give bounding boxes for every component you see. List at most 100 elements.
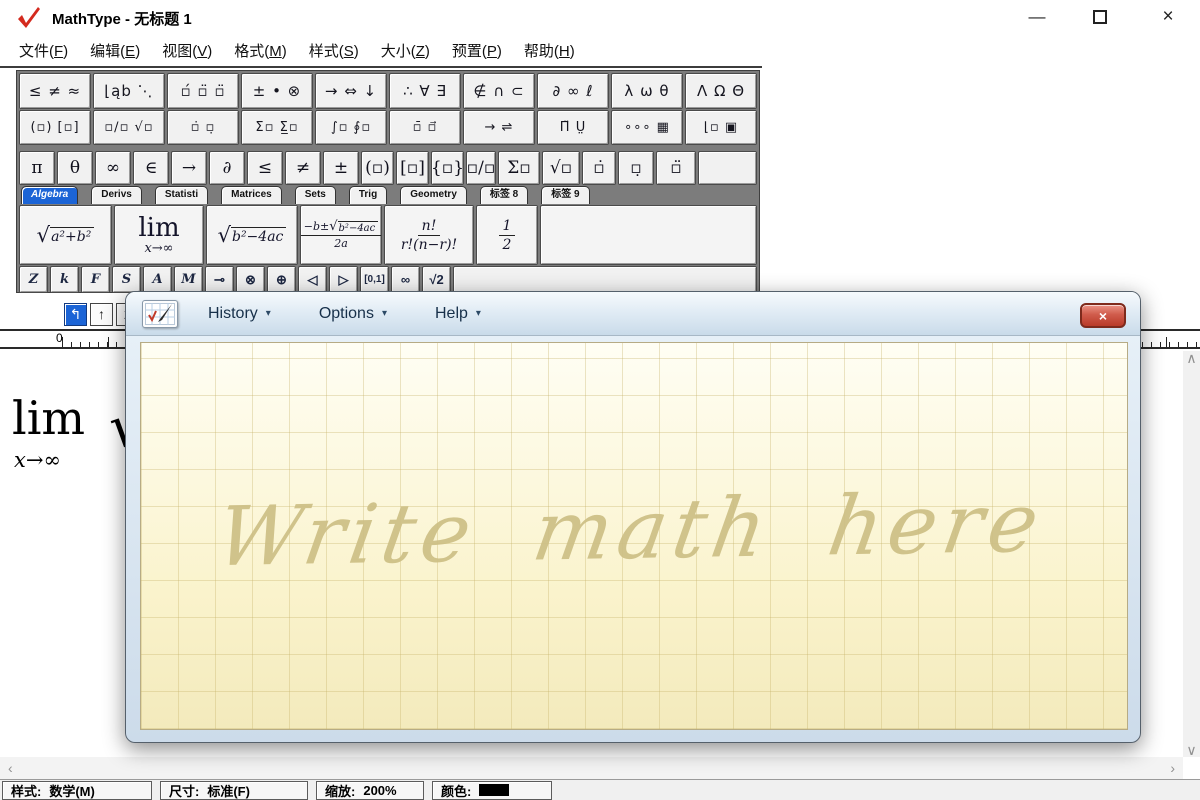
menu-file[interactable]: 文件(F) — [8, 35, 79, 66]
vertical-scrollbar[interactable]: ∧ ∨ — [1183, 351, 1200, 757]
symbol-palette-8[interactable]: ∂ ∞ ℓ — [537, 73, 609, 109]
small-symbol-3[interactable]: ∞ — [95, 151, 131, 185]
bottom-symbol-12[interactable]: [0,1] — [360, 266, 389, 293]
small-symbol-17[interactable]: ▫̣ — [618, 151, 654, 185]
bottom-symbol-10[interactable]: ◁ — [298, 266, 327, 293]
bottom-symbol-13[interactable]: ∞ — [391, 266, 420, 293]
bottom-symbol-1[interactable]: Z — [19, 266, 48, 293]
maximize-button[interactable] — [1077, 0, 1123, 34]
small-symbol-7[interactable]: ≤ — [247, 151, 283, 185]
bottom-symbol-14[interactable]: √2 — [422, 266, 451, 293]
symbol-palette-5[interactable]: → ⇔ ↓ — [315, 73, 387, 109]
bottom-symbol-3[interactable]: F — [81, 266, 110, 293]
tabstop-2[interactable]: ↑ — [90, 303, 113, 326]
handwriting-panel-titlebar[interactable]: History▾ Options▾ Help▾ × — [126, 292, 1140, 336]
small-symbol-2[interactable]: θ — [57, 151, 93, 185]
tab-geometry[interactable]: Geometry — [400, 186, 467, 204]
bottom-symbol-9[interactable]: ⊕ — [267, 266, 296, 293]
small-symbol-9[interactable]: ± — [323, 151, 359, 185]
template-palette-6[interactable]: ▫̄ ▫⃗ — [389, 110, 461, 145]
menu-help[interactable]: 帮助(H) — [513, 35, 586, 66]
menu-edit[interactable]: 编辑(E) — [79, 35, 151, 66]
close-button[interactable]: × — [1145, 0, 1191, 34]
status-color-label: 颜色: — [441, 781, 471, 800]
small-symbol-10[interactable]: (▫) — [361, 151, 394, 185]
bottom-symbol-7[interactable]: ⊸ — [205, 266, 234, 293]
template-palette-9[interactable]: ∘∘∘ ▦ — [611, 110, 683, 145]
minimize-button[interactable]: — — [1014, 0, 1060, 34]
symbol-palette-4[interactable]: ± • ⊗ — [241, 73, 313, 109]
scroll-right-icon[interactable]: › — [1170, 761, 1175, 775]
menu-style[interactable]: 样式(S) — [298, 35, 370, 66]
bottom-symbol-6[interactable]: M — [174, 266, 203, 293]
small-symbol-13[interactable]: ▫∕▫ — [466, 151, 496, 185]
scroll-up-icon[interactable]: ∧ — [1186, 351, 1196, 365]
large-template-limit[interactable]: limx→∞ — [114, 205, 204, 265]
handwriting-input-area[interactable]: Write math here — [140, 342, 1128, 730]
symbol-palette-9[interactable]: λ ω θ — [611, 73, 683, 109]
panel-menu-options[interactable]: Options▾ — [319, 305, 387, 323]
large-template-one-half[interactable]: 12 — [476, 205, 538, 265]
template-palette-3[interactable]: ▫̇ ▫̣ — [167, 110, 239, 145]
large-template-binomial[interactable]: n!r!(n−r)! — [384, 205, 474, 265]
symbol-palette-10[interactable]: Λ Ω Θ — [685, 73, 757, 109]
small-symbol-bar: πθ∞∈→∂≤≠±(▫)[▫]{▫}▫∕▫Σ▫√▫▫̇▫̣▫̈ — [19, 151, 757, 185]
template-palette-5[interactable]: ∫▫ ∮▫ — [315, 110, 387, 145]
tab-algebra[interactable]: Algebra — [21, 186, 78, 204]
small-symbol-5[interactable]: → — [171, 151, 207, 185]
panel-menu-label: Options — [319, 305, 374, 323]
tab-matrices[interactable]: Matrices — [221, 186, 282, 204]
small-symbol-16[interactable]: ▫̇ — [582, 151, 616, 185]
small-symbol-1[interactable]: π — [19, 151, 55, 185]
small-symbol-14[interactable]: Σ▫ — [498, 151, 540, 185]
large-template-sqrt-sum[interactable]: √a²+b² — [19, 205, 112, 265]
symbol-palette-2[interactable]: ⌊ąb ⋱ — [93, 73, 165, 109]
status-color[interactable]: 颜色: — [432, 781, 552, 800]
scroll-left-icon[interactable]: ‹ — [8, 761, 13, 775]
small-symbol-6[interactable]: ∂ — [209, 151, 245, 185]
scroll-down-icon[interactable]: ∨ — [1186, 743, 1196, 757]
status-size[interactable]: 尺寸: 标准(F) — [160, 781, 308, 800]
menu-format[interactable]: 格式(M) — [223, 35, 298, 66]
template-palette-1[interactable]: (▫) [▫] — [19, 110, 91, 145]
symbol-palette-7[interactable]: ∉ ∩ ⊂ — [463, 73, 535, 109]
template-palette-4[interactable]: Σ▫ Σ̲▫ — [241, 110, 313, 145]
menu-size[interactable]: 大小(Z) — [370, 35, 441, 66]
small-symbol-15[interactable]: √▫ — [542, 151, 580, 185]
tab-sets[interactable]: Sets — [295, 186, 336, 204]
bottom-symbol-11[interactable]: ▷ — [329, 266, 358, 293]
template-palette-2[interactable]: ▫∕▫ √▫ — [93, 110, 165, 145]
horizontal-scrollbar[interactable]: ‹ › — [0, 757, 1183, 779]
bottom-symbol-2[interactable]: k — [50, 266, 79, 293]
large-template-sqrt-discriminant[interactable]: √b²−4ac — [206, 205, 298, 265]
bottom-symbol-4[interactable]: S — [112, 266, 141, 293]
symbol-palette-3[interactable]: ▫́ ▫̈ ▫̈ — [167, 73, 239, 109]
template-palette-8[interactable]: Π̈ Ṳ — [537, 110, 609, 145]
menu-preferences[interactable]: 预置(P) — [441, 35, 513, 66]
small-symbol-11[interactable]: [▫] — [396, 151, 429, 185]
template-palette-7[interactable]: → ⇌ — [463, 110, 535, 145]
small-symbol-18[interactable]: ▫̈ — [656, 151, 696, 185]
symbol-palette-6[interactable]: ∴ ∀ ∃ — [389, 73, 461, 109]
panel-menu-help[interactable]: Help▾ — [435, 305, 481, 323]
small-symbol-12[interactable]: {▫} — [431, 151, 464, 185]
tab-derivs[interactable]: Derivs — [91, 186, 142, 204]
small-symbol-8[interactable]: ≠ — [285, 151, 321, 185]
bottom-symbol-5[interactable]: A — [143, 266, 172, 293]
tab-9[interactable]: 标签 9 — [541, 186, 589, 204]
tab-trig[interactable]: Trig — [349, 186, 387, 204]
tab-8[interactable]: 标签 8 — [480, 186, 528, 204]
bottom-symbol-8[interactable]: ⊗ — [236, 266, 265, 293]
radical-glyph: √b²−4ac — [329, 220, 378, 234]
menu-view[interactable]: 视图(V) — [151, 35, 223, 66]
status-zoom[interactable]: 缩放: 200% — [316, 781, 424, 800]
tab-statisti[interactable]: Statisti — [155, 186, 208, 204]
tabstop-1[interactable]: ↰ — [64, 303, 87, 326]
large-template-quadratic-formula[interactable]: −b±√b²−4ac2a — [300, 205, 382, 265]
template-palette-10[interactable]: ⌊▫ ▣ — [685, 110, 757, 145]
small-symbol-4[interactable]: ∈ — [133, 151, 169, 185]
panel-close-button[interactable]: × — [1080, 303, 1126, 328]
panel-menu-history[interactable]: History▾ — [208, 305, 271, 323]
symbol-palette-1[interactable]: ≤ ≠ ≈ — [19, 73, 91, 109]
status-style[interactable]: 样式: 数学(M) — [2, 781, 152, 800]
